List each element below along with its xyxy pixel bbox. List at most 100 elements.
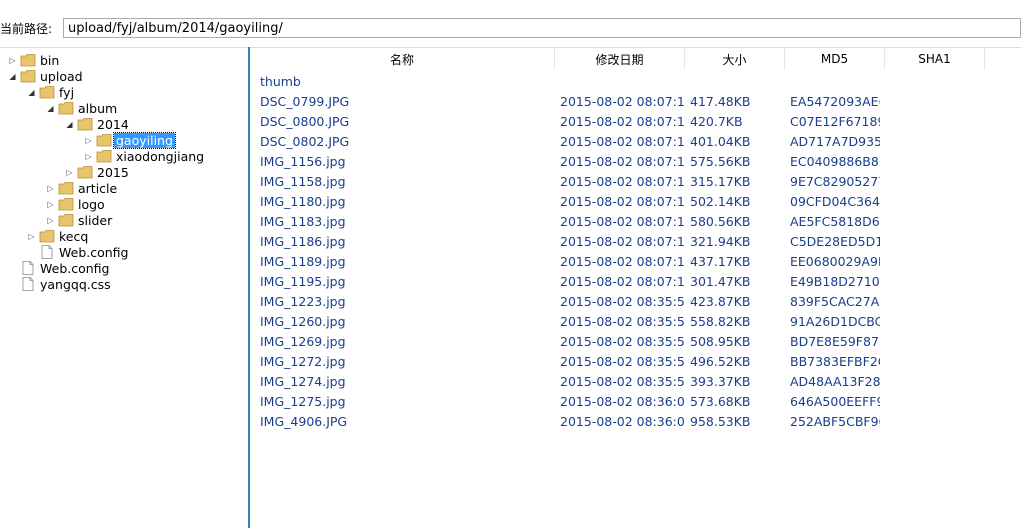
file-date: 2015-08-02 08:35:59 (560, 374, 685, 389)
expand-arrow-icon[interactable]: ▷ (46, 196, 55, 212)
tree-node-yangqq-css[interactable]: yangqq.css (20, 276, 113, 292)
tree-node-2015[interactable]: ▷ 2015 (65, 164, 131, 180)
file-name[interactable]: IMG_1269.jpg (260, 334, 550, 349)
file-md5: BB7383EFBF2C (790, 354, 880, 369)
file-name[interactable]: IMG_1275.jpg (260, 394, 550, 409)
file-name[interactable]: IMG_1189.jpg (260, 254, 550, 269)
file-icon (22, 261, 34, 275)
file-row[interactable] (250, 432, 1021, 452)
file-date: 2015-08-02 08:36:00 (560, 414, 685, 429)
file-name[interactable]: IMG_1183.jpg (260, 214, 550, 229)
column-header-sha1[interactable]: SHA1 (885, 48, 985, 70)
file-md5: 91A26D1DCBC (790, 314, 880, 329)
tree-node-album[interactable]: ◢ album (46, 100, 119, 116)
file-date: 2015-08-02 08:35:59 (560, 354, 685, 369)
tree-node-slider[interactable]: ▷ slider (46, 212, 114, 228)
file-row[interactable]: IMG_1260.jpg 2015-08-02 08:35:58 558.82K… (250, 312, 1021, 332)
file-name[interactable]: IMG_1180.jpg (260, 194, 550, 209)
expand-arrow-icon[interactable]: ▷ (84, 132, 93, 148)
file-name[interactable]: DSC_0799.JPG (260, 94, 550, 109)
tree-node-webconfig-upload[interactable]: Web.config (39, 244, 130, 260)
tree-node-label: xiaodongjiang (116, 148, 205, 164)
file-date: 2015-08-02 08:35:58 (560, 314, 685, 329)
expand-arrow-icon[interactable]: ▷ (8, 52, 17, 68)
expand-arrow-icon[interactable]: ▷ (84, 148, 93, 164)
file-name[interactable]: IMG_1156.jpg (260, 154, 550, 169)
column-header-modified[interactable]: 修改日期 (555, 48, 685, 70)
file-name[interactable]: IMG_1158.jpg (260, 174, 550, 189)
file-size: 496.52KB (690, 354, 751, 369)
column-header-name[interactable]: 名称 (250, 48, 555, 70)
collapse-arrow-icon[interactable]: ◢ (8, 68, 17, 84)
tree-node-bin[interactable]: ▷ bin (8, 52, 61, 68)
file-row[interactable]: IMG_1272.jpg 2015-08-02 08:35:59 496.52K… (250, 352, 1021, 372)
file-row-folder[interactable]: thumb (250, 72, 1021, 92)
file-name[interactable]: DSC_0802.JPG (260, 134, 550, 149)
file-row[interactable]: IMG_1183.jpg 2015-08-02 08:07:17 580.56K… (250, 212, 1021, 232)
tree-node-2014[interactable]: ◢ 2014 (65, 116, 131, 132)
file-md5: AD717A7D935A (790, 134, 880, 149)
file-name[interactable]: IMG_4906.JPG (260, 414, 550, 429)
expand-arrow-icon[interactable]: ▷ (46, 180, 55, 196)
file-row[interactable]: DSC_0802.JPG 2015-08-02 08:07:15 401.04K… (250, 132, 1021, 152)
file-name[interactable]: IMG_1272.jpg (260, 354, 550, 369)
expand-arrow-icon[interactable]: ▷ (65, 164, 74, 180)
file-md5: EA5472093AE6 (790, 94, 880, 109)
tree-node-gaoyiling[interactable]: ▷ gaoyiling (84, 131, 176, 149)
file-row[interactable]: DSC_0799.JPG 2015-08-02 08:07:14 417.48K… (250, 92, 1021, 112)
tree-node-webconfig-root[interactable]: Web.config (20, 260, 111, 276)
file-row[interactable]: IMG_1180.jpg 2015-08-02 08:07:17 502.14K… (250, 192, 1021, 212)
tree-node-label: bin (40, 52, 60, 68)
file-row[interactable]: IMG_1275.jpg 2015-08-02 08:36:00 573.68K… (250, 392, 1021, 412)
tree-node-article[interactable]: ▷ article (46, 180, 119, 196)
folder-icon (58, 182, 74, 195)
tree-node-label: kecq (59, 228, 89, 244)
file-name[interactable]: IMG_1274.jpg (260, 374, 550, 389)
collapse-arrow-icon[interactable]: ◢ (27, 84, 36, 100)
file-name[interactable]: DSC_0800.JPG (260, 114, 550, 129)
file-row[interactable]: IMG_1274.jpg 2015-08-02 08:35:59 393.37K… (250, 372, 1021, 392)
file-row[interactable]: IMG_1223.jpg 2015-08-02 08:35:58 423.87K… (250, 292, 1021, 312)
file-row[interactable]: IMG_1156.jpg 2015-08-02 08:07:16 575.56K… (250, 152, 1021, 172)
file-name[interactable]: thumb (260, 74, 550, 89)
path-bar: 当前路径: (0, 18, 1021, 40)
file-name[interactable]: IMG_1223.jpg (260, 294, 550, 309)
folder-icon (39, 230, 55, 243)
file-name[interactable]: IMG_1186.jpg (260, 234, 550, 249)
file-row[interactable]: DSC_0800.JPG 2015-08-02 08:07:15 420.7KB… (250, 112, 1021, 132)
file-row[interactable]: IMG_1195.jpg 2015-08-02 08:07:18 301.47K… (250, 272, 1021, 292)
expand-arrow-icon[interactable]: ▷ (46, 212, 55, 228)
file-icon (22, 277, 34, 291)
collapse-arrow-icon[interactable]: ◢ (65, 116, 74, 132)
tree-node-fyj[interactable]: ◢ fyj (27, 84, 76, 100)
tree-node-logo[interactable]: ▷ logo (46, 196, 107, 212)
file-date: 2015-08-02 08:07:16 (560, 174, 685, 189)
file-size: 502.14KB (690, 194, 751, 209)
tree-node-xiaodongjiang[interactable]: ▷ xiaodongjiang (84, 148, 206, 164)
expand-arrow-icon[interactable]: ▷ (27, 228, 36, 244)
file-row[interactable]: IMG_1189.jpg 2015-08-02 08:07:18 437.17K… (250, 252, 1021, 272)
file-md5: C5DE28ED5D1C (790, 234, 880, 249)
file-md5: C07E12F67189E (790, 114, 880, 129)
column-header-size[interactable]: 大小 (685, 48, 785, 70)
file-md5: 9E7C82905277E (790, 174, 880, 189)
file-name[interactable]: IMG_1195.jpg (260, 274, 550, 289)
tree-node-label: logo (78, 196, 105, 212)
file-row[interactable]: IMG_4906.JPG 2015-08-02 08:36:00 958.53K… (250, 412, 1021, 432)
file-row[interactable]: IMG_1186.jpg 2015-08-02 08:07:18 321.94K… (250, 232, 1021, 252)
path-label: 当前路径: (0, 22, 53, 36)
folder-icon (58, 102, 74, 115)
file-row[interactable]: IMG_1269.jpg 2015-08-02 08:35:59 508.95K… (250, 332, 1021, 352)
collapse-arrow-icon[interactable]: ◢ (46, 100, 55, 116)
file-name[interactable]: IMG_1260.jpg (260, 314, 550, 329)
file-size: 321.94KB (690, 234, 751, 249)
tree-node-kecq[interactable]: ▷ kecq (27, 228, 90, 244)
folder-icon (77, 118, 93, 131)
file-size: 573.68KB (690, 394, 751, 409)
file-row[interactable]: IMG_1158.jpg 2015-08-02 08:07:16 315.17K… (250, 172, 1021, 192)
path-input[interactable] (63, 18, 1021, 38)
column-header-md5[interactable]: MD5 (785, 48, 885, 70)
tree-node-upload[interactable]: ◢ upload (8, 68, 85, 84)
folder-icon (96, 150, 112, 163)
tree-node-label: 2015 (97, 164, 129, 180)
